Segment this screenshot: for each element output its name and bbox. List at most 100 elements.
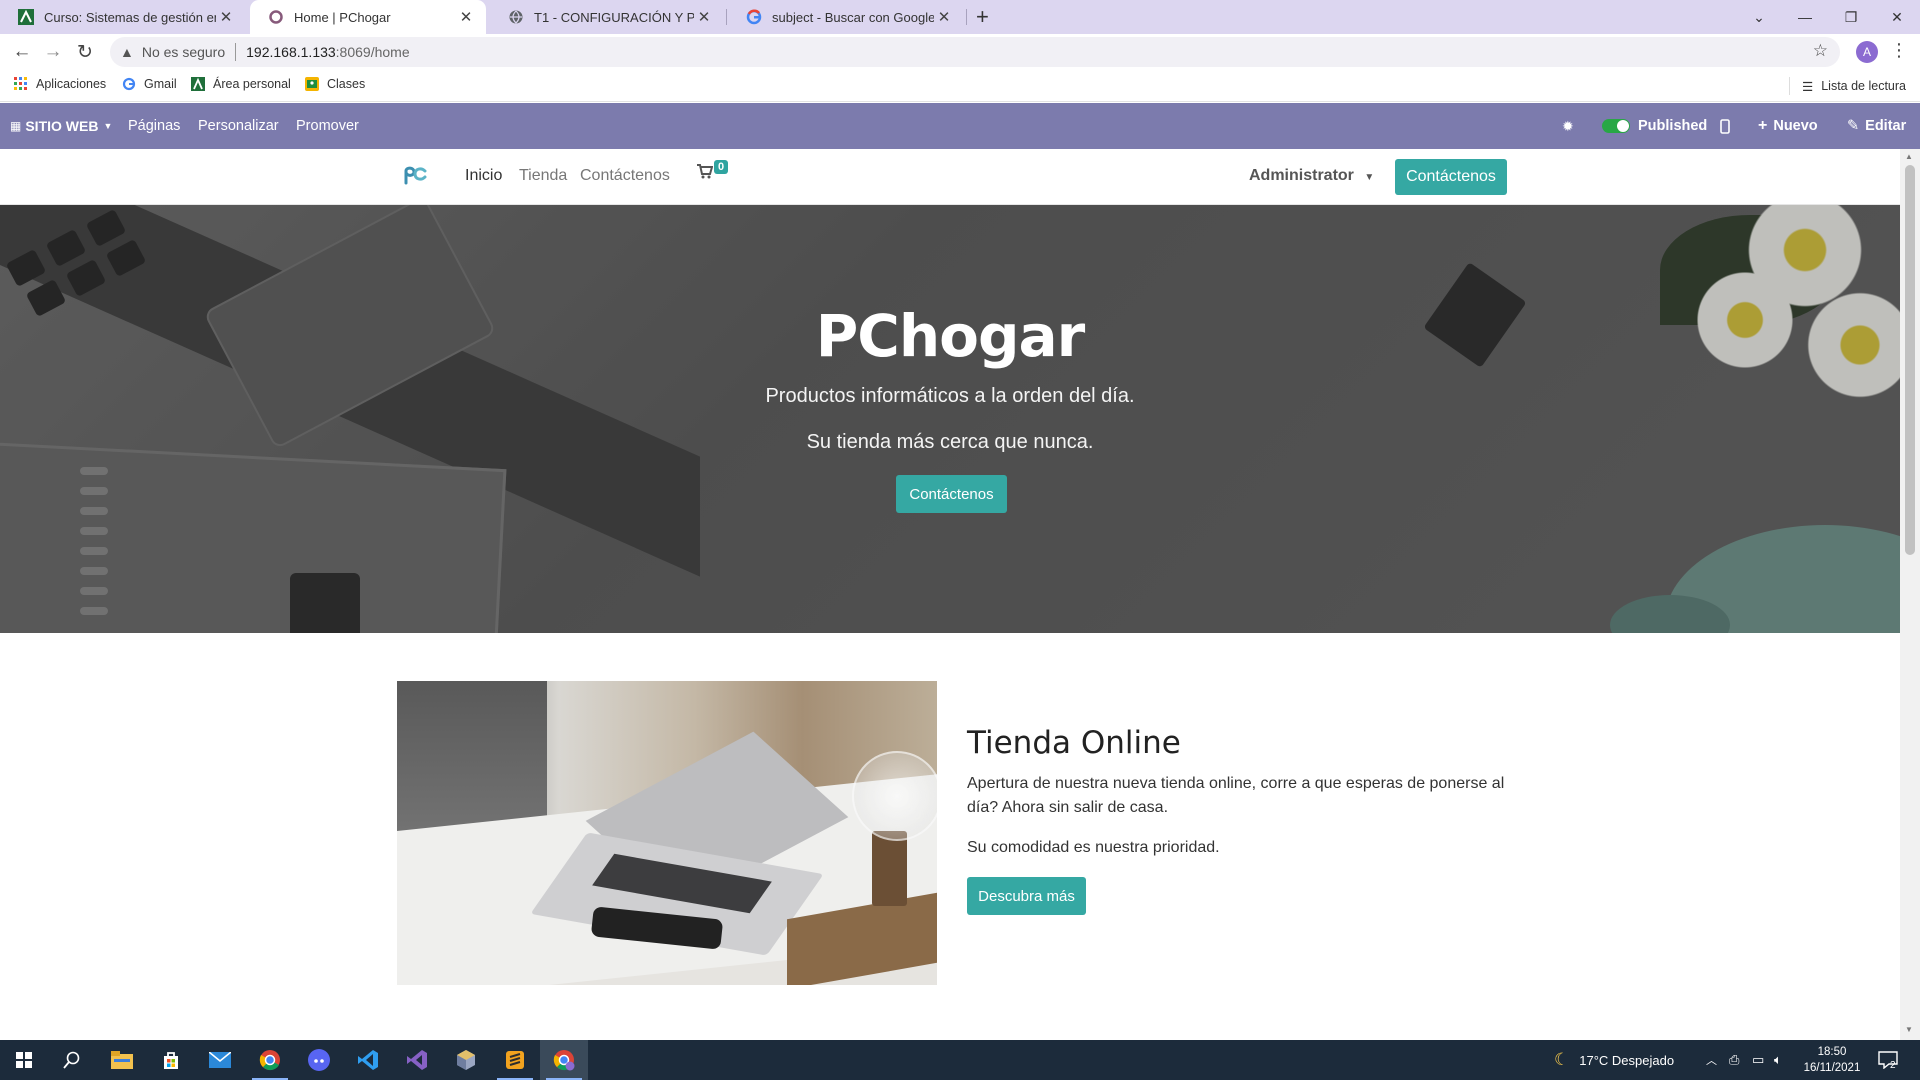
hero-banner [0, 205, 1900, 633]
mobile-preview-icon[interactable] [1720, 103, 1730, 149]
new-label: Nuevo [1773, 118, 1818, 134]
close-tab-icon[interactable]: ✕ [456, 8, 476, 26]
bookmark-apps[interactable]: Aplicaciones [14, 77, 106, 91]
section-paragraph-1: Apertura de nuestra nueva tienda online,… [967, 775, 1505, 816]
security-status: No es seguro [141, 44, 226, 60]
browser-toolbar: ← → ↻ ▲ No es seguro 192.168.1.133:8069/… [0, 34, 1920, 70]
cube-app-icon[interactable] [442, 1040, 490, 1080]
scroll-up-icon[interactable]: ▲ [1905, 152, 1913, 161]
bookmark-label: Gmail [144, 77, 177, 91]
caret-down-icon: ▼ [103, 121, 113, 131]
cart-count-badge: 0 [714, 160, 729, 174]
new-tab-icon[interactable]: + [976, 4, 989, 30]
notifications-icon[interactable]: 2 [1878, 1040, 1898, 1080]
page-scrollbar[interactable]: ▲ ▼ [1900, 149, 1920, 1040]
mail-icon[interactable] [196, 1040, 244, 1080]
tab-search-chevron-icon[interactable]: ⌄ [1736, 0, 1782, 34]
tab-google-search[interactable]: subject - Buscar con Google ✕ [728, 0, 964, 34]
show-hidden-icons-chevron-icon[interactable]: ︿ [1706, 1040, 1717, 1080]
moodle-a-icon [191, 77, 205, 91]
sublime-text-icon[interactable] [491, 1040, 539, 1080]
notification-count: 2 [1890, 1059, 1896, 1071]
url-host: 192.168.1.133 [246, 44, 336, 60]
bookmark-label: Área personal [213, 77, 291, 91]
debug-bug-icon[interactable]: ✹ [1562, 103, 1574, 149]
nav-home[interactable]: Inicio [465, 167, 502, 185]
divider [1789, 77, 1790, 95]
cart-link[interactable]: 0 [697, 160, 729, 184]
system-clock[interactable]: 18:50 16/11/2021 [1800, 1044, 1864, 1076]
address-bar[interactable]: ▲ No es seguro 192.168.1.133:8069/home ☆ [110, 37, 1840, 67]
hero-contact-button[interactable]: Contáctenos [896, 475, 1007, 513]
vscode-icon[interactable] [344, 1040, 392, 1080]
hero-title: PChogar [815, 302, 1085, 370]
apps-grid-icon [14, 77, 28, 91]
site-logo[interactable] [403, 165, 427, 190]
promote-menu[interactable]: Promover [296, 103, 359, 149]
scrollbar-thumb[interactable] [1905, 165, 1915, 555]
forward-arrow-icon[interactable]: → [41, 40, 65, 64]
reading-list[interactable]: ☰ Lista de lectura [1789, 77, 1906, 95]
visual-studio-icon[interactable] [393, 1040, 441, 1080]
network-icon[interactable]: ▭ [1752, 1040, 1764, 1080]
classroom-icon [305, 77, 319, 91]
chrome-profile-icon[interactable] [540, 1040, 588, 1080]
website-menu[interactable]: ▦ SITIO WEB ▼ [10, 103, 112, 149]
minimize-icon[interactable]: — [1782, 0, 1828, 34]
google-icon [122, 77, 136, 91]
reload-icon[interactable]: ↻ [73, 40, 97, 64]
odoo-icon [268, 9, 284, 25]
windows-taskbar: ☾ 17°C Despejado ︿ ⎙ ▭ 🔈︎ 18:50 16/11/20… [0, 1040, 1920, 1080]
bookmark-area-personal[interactable]: Área personal [191, 77, 291, 91]
device-icon[interactable]: ⎙ [1729, 1040, 1739, 1080]
close-tab-icon[interactable]: ✕ [934, 8, 954, 26]
moon-icon: ☾ [1554, 1050, 1570, 1069]
hero-overlay [0, 205, 1900, 633]
bookmarks-bar: Aplicaciones Gmail Área personal Clases … [0, 70, 1920, 102]
weather-text: 17°C Despejado [1579, 1052, 1675, 1068]
weather-widget[interactable]: ☾ 17°C Despejado [1554, 1040, 1674, 1080]
store-icon[interactable] [147, 1040, 195, 1080]
nav-shop[interactable]: Tienda [519, 167, 567, 185]
tab-course[interactable]: Curso: Sistemas de gestión empr ✕ [0, 0, 246, 34]
published-toggle[interactable]: Published [1602, 103, 1707, 149]
volume-icon[interactable]: 🔈︎ [1774, 1040, 1782, 1080]
discover-more-button[interactable]: Descubra más [967, 877, 1086, 915]
url-path: :8069/home [335, 44, 410, 60]
back-arrow-icon[interactable]: ← [10, 40, 34, 64]
file-explorer-icon[interactable] [98, 1040, 146, 1080]
scroll-down-icon[interactable]: ▼ [1905, 1025, 1913, 1034]
nav-contact[interactable]: Contáctenos [580, 167, 670, 185]
odoo-website-bar: ▦ SITIO WEB ▼ Páginas Personalizar Promo… [0, 103, 1920, 149]
hero-subtitle-1: Productos informáticos a la orden del dí… [765, 385, 1135, 407]
edit-button[interactable]: ✎ Editar [1847, 103, 1906, 149]
tab-t1-config[interactable]: T1 - CONFIGURACIÓN Y PUESTA ✕ [490, 0, 724, 34]
browser-menu-icon[interactable]: ⋮ [1890, 40, 1908, 61]
discord-icon[interactable] [295, 1040, 343, 1080]
photo-lamp-base [872, 831, 907, 906]
windows-start-icon[interactable] [0, 1040, 48, 1080]
tab-home-pchogar[interactable]: Home | PChogar ✕ [250, 0, 486, 34]
user-menu-label: Administrator [1249, 167, 1354, 184]
divider [235, 43, 237, 61]
pages-menu[interactable]: Páginas [128, 103, 180, 149]
bookmark-star-icon[interactable]: ☆ [1813, 41, 1828, 61]
tab-title: subject - Buscar con Google [772, 9, 934, 25]
customize-menu[interactable]: Personalizar [198, 103, 279, 149]
profile-avatar[interactable]: A [1856, 41, 1878, 63]
website-menu-label: SITIO WEB [25, 118, 99, 134]
close-tab-icon[interactable]: ✕ [694, 8, 714, 26]
close-tab-icon[interactable]: ✕ [216, 8, 236, 26]
tab-separator [726, 9, 727, 25]
new-button[interactable]: + Nuevo [1758, 103, 1818, 149]
close-window-icon[interactable]: ✕ [1874, 0, 1920, 34]
bookmark-clases[interactable]: Clases [305, 77, 365, 91]
hero-subtitle-2: Su tienda más cerca que nunca. [806, 431, 1094, 453]
restore-icon[interactable]: ❐ [1828, 0, 1874, 34]
user-menu[interactable]: Administrator ▼ [1249, 167, 1374, 185]
bookmark-gmail[interactable]: Gmail [122, 77, 177, 91]
search-icon[interactable] [48, 1040, 96, 1080]
caret-down-icon: ▼ [1364, 172, 1375, 183]
header-contact-button[interactable]: Contáctenos [1395, 159, 1507, 195]
chrome-icon[interactable] [246, 1040, 294, 1080]
